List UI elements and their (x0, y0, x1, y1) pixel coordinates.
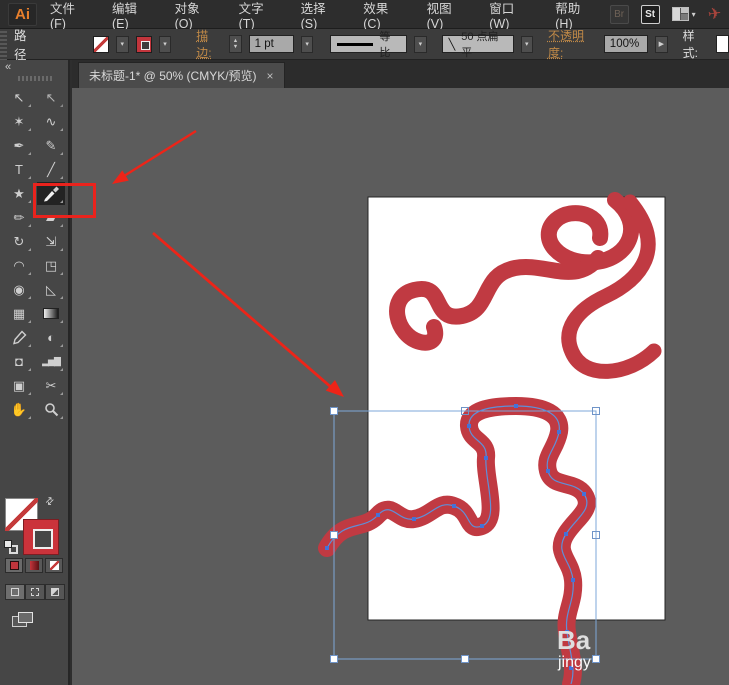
watermark-line2: jingy (557, 654, 591, 671)
baidu-watermark: Ba jingy (557, 625, 591, 671)
screen-mode-button[interactable] (12, 612, 34, 628)
collapse-panel-icon[interactable]: « (5, 61, 11, 73)
scale-tool[interactable]: ⇲ (37, 230, 65, 253)
chevron-down-icon: ▾ (692, 10, 696, 19)
canvas-area[interactable]: Ba jingy (72, 88, 729, 685)
stroke-color-swatch[interactable] (136, 36, 152, 53)
magic-wand-tool[interactable]: ✶ (5, 110, 33, 133)
document-canvas[interactable]: Ba jingy (72, 88, 729, 685)
perspective-grid-tool[interactable]: ◺ (37, 278, 65, 301)
stepper-down-icon[interactable]: ▼ (233, 44, 238, 50)
solid-color-icon (10, 561, 19, 570)
tools-panel: « ↖ ↖ ✶ ∿ ✒ ✎ T ╱ ★ ✏ ▰ ↻ ⇲ ◠ ◳ ◉ ◺ ▦ (0, 60, 70, 685)
watermark-line1: Ba (557, 625, 591, 655)
menu-bar: Ai 文件(F) 编辑(E) 对象(O) 文字(T) 选择(S) 效果(C) 视… (0, 0, 729, 29)
opacity-field[interactable]: 100% (604, 35, 648, 53)
illustrator-logo: Ai (8, 3, 37, 26)
slice-tool[interactable]: ✂ (37, 374, 65, 397)
none-button[interactable] (45, 558, 63, 573)
control-bar: 路径 ▾ ▾ 描边: ▲ ▼ 1 pt ▾ 等比 ▾ ╲ 50 点扁平 ▾ 不透… (0, 29, 729, 60)
selection-tool[interactable]: ↖ (5, 86, 33, 109)
color-button[interactable] (5, 558, 23, 573)
draw-inside-icon (51, 588, 59, 596)
draw-behind-button[interactable] (25, 584, 45, 600)
shape-builder-tool[interactable]: ◉ (5, 278, 33, 301)
gradient-button[interactable] (25, 558, 43, 573)
opacity-caret[interactable]: ▶ (655, 36, 667, 53)
none-fill-icon (50, 561, 59, 570)
blend-tool[interactable]: ◐ (37, 326, 65, 349)
mesh-tool[interactable]: ▦ (5, 302, 33, 325)
variable-width-profile[interactable]: 等比 (330, 35, 407, 53)
workspace-switcher[interactable]: ▾ (672, 7, 696, 21)
profile-label: 等比 (379, 28, 400, 60)
stroke-width-field[interactable]: 1 pt (249, 35, 294, 53)
annotation-highlight-box (33, 183, 96, 218)
direct-selection-tool[interactable]: ↖ (37, 86, 65, 109)
draw-behind-icon (31, 588, 39, 596)
width-tool[interactable]: ◠ (5, 254, 33, 277)
brush-caret[interactable]: ▾ (521, 36, 533, 53)
opacity-panel-link[interactable]: 不透明度: (548, 27, 597, 61)
stroke-dropdown-caret[interactable]: ▾ (159, 36, 171, 53)
symbol-sprayer-tool[interactable]: ◘ (5, 350, 33, 373)
brush-name: 50 点扁平 (461, 28, 506, 60)
rotate-tool[interactable]: ↻ (5, 230, 33, 253)
draw-inside-button[interactable] (45, 584, 65, 600)
hand-tool[interactable]: ✋ (5, 398, 33, 421)
draw-normal-button[interactable] (5, 584, 25, 600)
stroke-swatch[interactable] (23, 519, 59, 555)
eyedropper-icon (12, 330, 27, 345)
brush-thumbnail-icon: ╲ (449, 38, 456, 51)
magnifier-icon (44, 402, 59, 417)
stroke-width-caret[interactable]: ▾ (301, 36, 313, 53)
arrowhead-icon (326, 380, 344, 397)
free-transform-tool[interactable]: ◳ (37, 254, 65, 277)
draw-normal-icon (11, 588, 19, 596)
arrowhead-icon (112, 170, 129, 184)
panel-drag-grip[interactable] (18, 76, 52, 81)
profile-caret[interactable]: ▾ (414, 36, 426, 53)
stock-icon[interactable]: St (641, 5, 660, 24)
panel-grip-icon[interactable] (0, 29, 7, 60)
pencil-tool[interactable]: ✏ (5, 206, 33, 229)
zoom-tool[interactable] (37, 398, 65, 421)
context-label: 路径 (14, 25, 38, 63)
swap-fill-stroke-icon[interactable]: ⇄ (43, 495, 57, 509)
brush-definition[interactable]: ╲ 50 点扁平 (442, 35, 514, 53)
stroke-panel-link[interactable]: 描边: (196, 27, 222, 61)
arrow-to-brush-tool (124, 131, 196, 176)
eyedropper-tool[interactable] (5, 326, 33, 349)
document-tab[interactable]: 未标题-1* @ 50% (CMYK/预览) × (78, 62, 285, 88)
style-swatch[interactable] (716, 35, 729, 53)
close-icon[interactable]: × (267, 69, 274, 83)
artboard-tool[interactable]: ▣ (5, 374, 33, 397)
document-tab-title: 未标题-1* @ 50% (CMYK/预览) (89, 67, 257, 84)
pen-variant-tool[interactable]: ✎ (37, 134, 65, 157)
gradient-fill-icon (30, 561, 39, 570)
stroke-profile-line-icon (337, 43, 373, 46)
default-fill-stroke-icon[interactable] (4, 540, 18, 554)
pen-tool[interactable]: ✒ (5, 134, 33, 157)
cs-live-icon[interactable]: ✈ (706, 3, 722, 25)
arrow-to-selection (153, 233, 332, 388)
style-label: 样式: (683, 27, 709, 61)
annotation-arrows (112, 131, 344, 397)
gradient-icon (43, 308, 59, 319)
fill-color-swatch[interactable] (93, 36, 109, 53)
type-tool[interactable]: T (5, 158, 33, 181)
bridge-icon[interactable]: Br (610, 5, 629, 24)
gradient-tool[interactable] (37, 302, 65, 325)
tab-bar: 未标题-1* @ 50% (CMYK/预览) × (72, 60, 729, 88)
star-shape-tool[interactable]: ★ (5, 182, 33, 205)
fill-dropdown-caret[interactable]: ▾ (116, 36, 128, 53)
line-segment-tool[interactable]: ╱ (37, 158, 65, 181)
workspace-grid-icon (672, 7, 689, 21)
stroke-width-stepper[interactable]: ▲ ▼ (229, 35, 241, 53)
column-graph-tool[interactable]: ▂▅▇ (37, 350, 65, 373)
lasso-tool[interactable]: ∿ (37, 110, 65, 133)
